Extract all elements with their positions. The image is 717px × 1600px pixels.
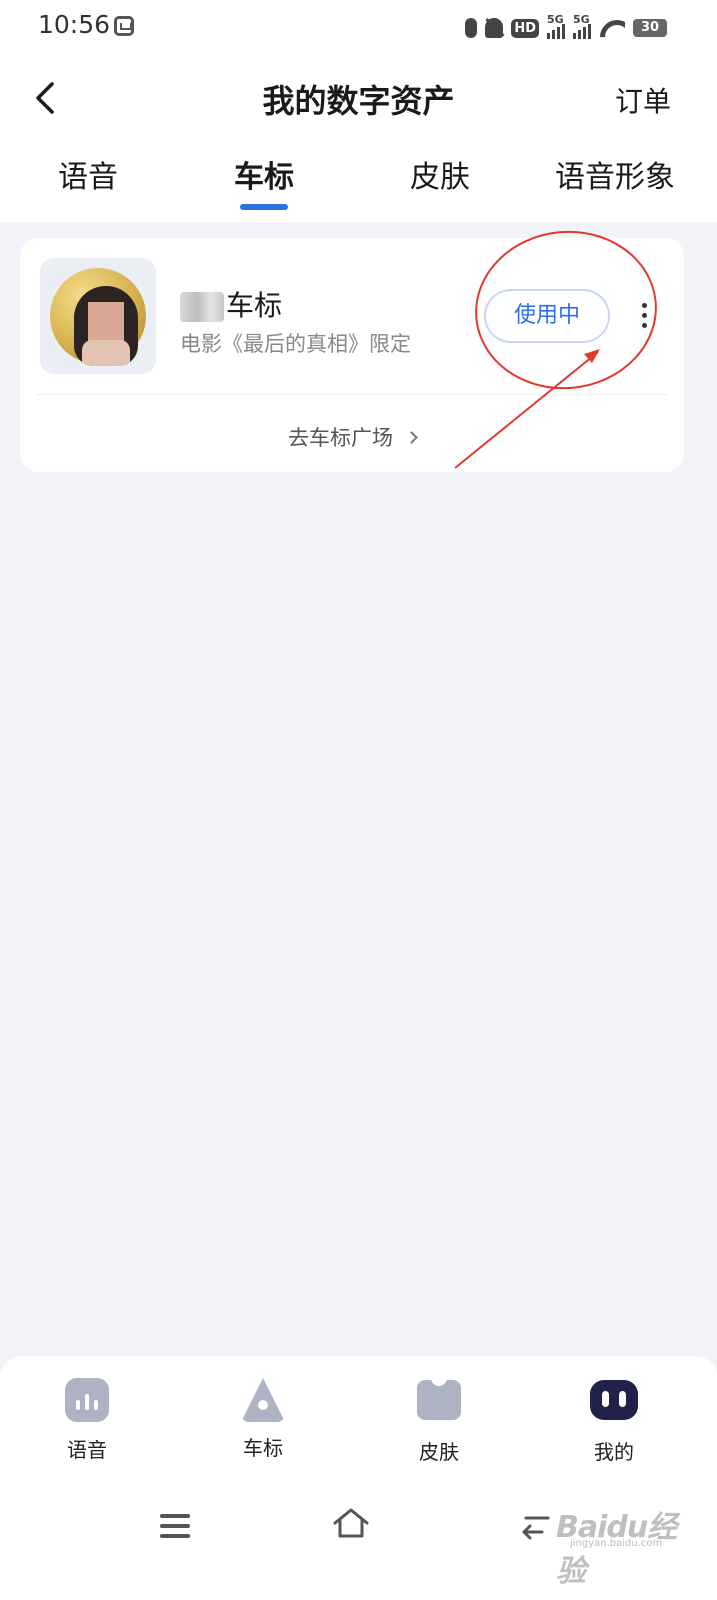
page-title: 我的数字资产 [262, 82, 455, 120]
system-menu-button[interactable] [160, 1514, 190, 1538]
tab-car-logo[interactable]: 车标 [179, 152, 349, 196]
tab-skin[interactable]: 皮肤 [355, 152, 525, 196]
in-use-button[interactable]: 使用中 [484, 289, 610, 343]
status-time: 10:56 [38, 10, 111, 39]
tab-voice[interactable]: 语音 [3, 152, 173, 196]
nav-label-car-logo: 车标 [243, 1436, 283, 1460]
nav-label-mine: 我的 [594, 1440, 634, 1464]
nav-item-skin[interactable]: 皮肤 [379, 1376, 499, 1465]
chevron-right-icon [405, 430, 418, 444]
nav-item-voice[interactable]: 语音 [27, 1376, 147, 1463]
notification-app-icon [114, 16, 134, 36]
nav-label-voice: 语音 [67, 1438, 107, 1462]
network-type-2: 5G [573, 13, 590, 26]
asset-description: 电影《最后的真相》限定 [180, 332, 411, 356]
skin-icon [417, 1376, 461, 1420]
microphone-icon [465, 18, 478, 38]
nav-item-mine[interactable]: 我的 [554, 1376, 674, 1465]
hd-icon: HD [511, 18, 539, 38]
system-home-button[interactable] [332, 1506, 370, 1540]
mine-icon [590, 1380, 638, 1420]
orders-link[interactable]: 订单 [615, 80, 671, 120]
tab-bar: 语音 车标 皮肤 语音形象 [0, 152, 717, 212]
car-logo-thumbnail[interactable] [40, 258, 156, 374]
plaza-link-label: 去车标广场 [288, 426, 393, 450]
more-options-icon[interactable] [632, 298, 656, 334]
blurred-portrait-image [74, 286, 138, 366]
card-divider [36, 394, 668, 395]
nav-item-car-logo[interactable]: 车标 [203, 1376, 323, 1461]
network-type-1: 5G [547, 13, 564, 26]
status-icons: HD 5G 5G 30 [465, 13, 667, 42]
asset-card: 车标 电影《最后的真相》限定 使用中 去车标广场 [20, 238, 684, 472]
signal-icon-2: 5G [573, 13, 591, 39]
asset-name: 车标 [180, 284, 282, 324]
active-tab-indicator [240, 204, 288, 210]
signal-icon-1: 5G [547, 13, 565, 39]
battery-icon: 30 [633, 19, 667, 37]
tab-voice-avatar[interactable]: 语音形象 [530, 152, 700, 196]
nav-label-skin: 皮肤 [419, 1440, 459, 1464]
wifi-icon [599, 18, 625, 38]
status-bar: 10:56 HD 5G 5G 30 [0, 0, 717, 56]
gold-medal-frame [50, 268, 146, 366]
car-logo-plaza-link[interactable]: 去车标广场 [20, 422, 684, 452]
blurred-name-prefix [180, 292, 224, 322]
asset-name-text: 车标 [226, 289, 283, 322]
mute-bell-icon [485, 18, 504, 38]
voice-icon [65, 1378, 109, 1422]
baidu-watermark: Baidu经验 jingyan.baidu.com [540, 1494, 690, 1589]
watermark-url: jingyan.baidu.com [570, 1538, 663, 1549]
